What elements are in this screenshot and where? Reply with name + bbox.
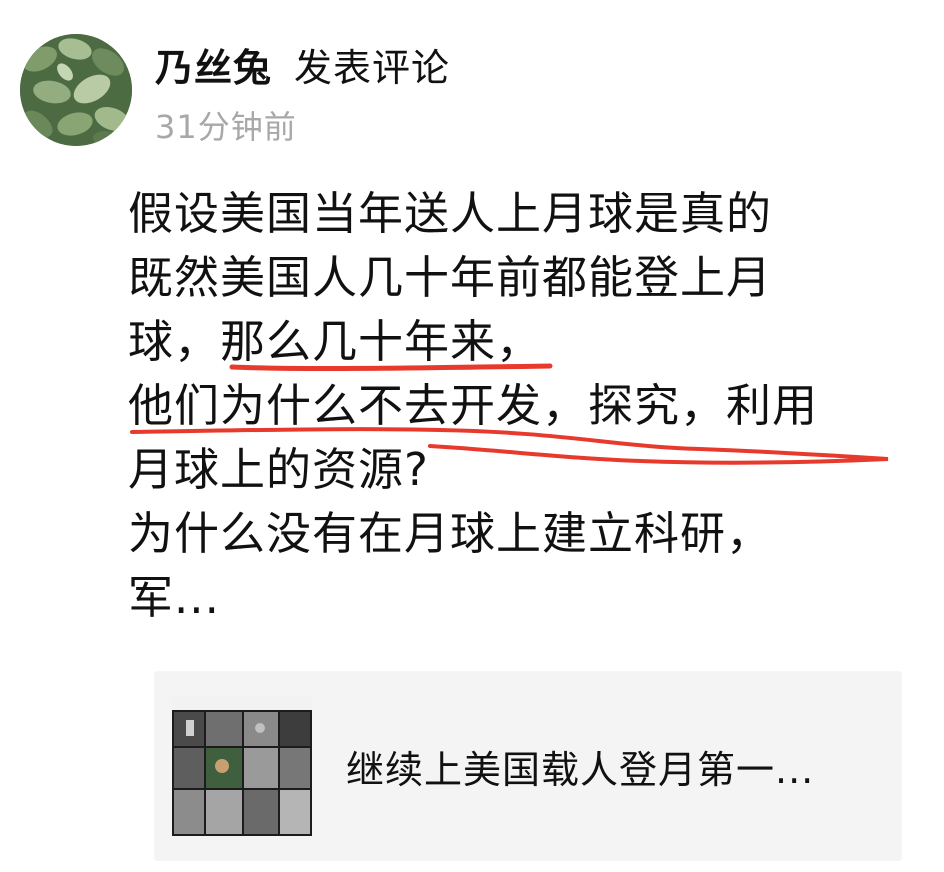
lunar-photo-grid-icon [172,696,312,836]
avatar-leaves-image [20,34,132,146]
author-avatar[interactable] [20,34,132,146]
comment-line: 他们为什么不去开发，探究，利用 [128,379,819,432]
comment-line: 既然美国人几十年前都能登上月 [128,251,773,304]
shared-link-card[interactable]: 继续上美国载人登月第一... [154,671,902,861]
comment-header: 乃丝兔 发表评论 [155,38,450,90]
comment-timestamp: 31分钟前 [155,108,297,146]
author-name[interactable]: 乃丝兔 [155,37,272,92]
comment-line: 球，那么几十年来， [128,315,543,368]
shared-link-thumbnail [172,696,312,836]
comment-body[interactable]: 假设美国当年送人上月球是真的 既然美国人几十年前都能登上月 球，那么几十年来， … [128,182,918,630]
shared-link-title: 继续上美国载人登月第一... [346,747,815,792]
comment-action-label: 发表评论 [294,45,451,90]
comment-line: 为什么没有在月球上建立科研， [128,507,773,560]
comment-line: 军... [128,571,220,624]
comment-line: 月球上的资源? [128,443,429,496]
comment-line: 假设美国当年送人上月球是真的 [128,187,773,240]
